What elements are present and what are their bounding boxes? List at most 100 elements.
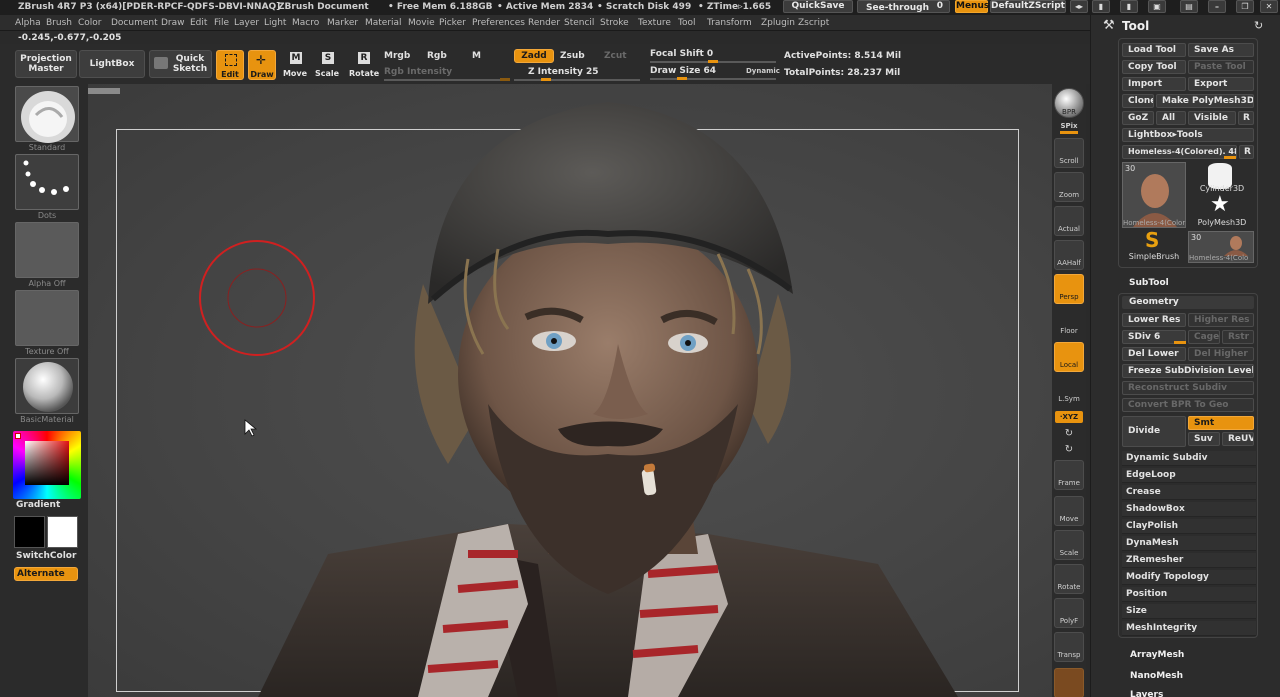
rgb-button[interactable]: Rgb bbox=[427, 51, 447, 61]
shadowbox-item[interactable]: ShadowBox bbox=[1122, 502, 1256, 517]
gradient-toggle[interactable]: Gradient bbox=[16, 500, 60, 510]
zcut-button[interactable]: Zcut bbox=[604, 51, 627, 61]
edgeloop-item[interactable]: EdgeLoop bbox=[1122, 468, 1256, 483]
cage-button[interactable]: Cage bbox=[1188, 330, 1220, 344]
panel-right-icon[interactable]: ▮ bbox=[1120, 0, 1138, 13]
del-higher-button[interactable]: Del Higher bbox=[1188, 347, 1254, 361]
position-item[interactable]: Position bbox=[1122, 587, 1256, 602]
default-zscript-button[interactable]: DefaultZScript bbox=[990, 0, 1066, 13]
freeze-subdivision-button[interactable]: Freeze SubDivision Levels bbox=[1122, 364, 1254, 378]
texture-thumb[interactable] bbox=[15, 290, 79, 346]
tool-r-button[interactable]: R bbox=[1239, 145, 1254, 159]
rotate-axis-y-icon[interactable]: ↻ bbox=[1052, 444, 1086, 455]
quicksave-button[interactable]: QuickSave bbox=[783, 0, 853, 13]
visible-button[interactable]: Visible bbox=[1188, 111, 1236, 125]
menu-tool[interactable]: Tool bbox=[678, 18, 695, 28]
export-button[interactable]: Export bbox=[1188, 77, 1254, 91]
lightbox-tools-button[interactable]: Lightbox▸Tools bbox=[1122, 128, 1254, 142]
mrgb-button[interactable]: Mrgb bbox=[384, 51, 410, 61]
layers-header[interactable]: Layers bbox=[1130, 690, 1163, 697]
main-color-swatch[interactable] bbox=[47, 516, 78, 548]
clone-button[interactable]: Clone bbox=[1122, 94, 1154, 108]
goz-button[interactable]: GoZ bbox=[1122, 111, 1154, 125]
quick-sketch-button[interactable]: Quick Sketch bbox=[149, 50, 212, 78]
reuv-toggle[interactable]: ReUV bbox=[1222, 432, 1254, 446]
zsub-button[interactable]: Zsub bbox=[560, 51, 585, 61]
load-tool-button[interactable]: Load Tool bbox=[1122, 43, 1186, 57]
menu-file[interactable]: File bbox=[214, 18, 229, 28]
zremesher-item[interactable]: ZRemesher bbox=[1122, 553, 1256, 568]
crease-item[interactable]: Crease bbox=[1122, 485, 1256, 500]
close-icon[interactable]: ✕ bbox=[1260, 0, 1278, 13]
focal-shift-slider[interactable]: Focal Shift 0 bbox=[650, 49, 713, 59]
menu-brush[interactable]: Brush bbox=[46, 18, 72, 28]
menu-macro[interactable]: Macro bbox=[292, 18, 319, 28]
menu-layer[interactable]: Layer bbox=[234, 18, 259, 28]
menu-marker[interactable]: Marker bbox=[327, 18, 358, 28]
panel-left-icon[interactable]: ▮ bbox=[1092, 0, 1110, 13]
menu-transform[interactable]: Transform bbox=[707, 18, 752, 28]
current-tool-slider[interactable]: Homeless-4(Colored). 48 bbox=[1122, 145, 1237, 159]
size-item[interactable]: Size bbox=[1122, 604, 1256, 619]
xyz-toggle[interactable]: ·XYZ bbox=[1055, 411, 1083, 423]
lock-icon[interactable]: ▤ bbox=[1180, 0, 1198, 13]
smt-toggle[interactable]: Smt bbox=[1188, 416, 1254, 430]
move-button[interactable]: M Move bbox=[282, 50, 308, 80]
nanomesh-header[interactable]: NanoMesh bbox=[1130, 671, 1183, 681]
divide-button[interactable]: Divide bbox=[1122, 416, 1186, 447]
menu-picker[interactable]: Picker bbox=[439, 18, 466, 28]
del-lower-button[interactable]: Del Lower bbox=[1122, 347, 1186, 361]
color-saturation-square[interactable] bbox=[25, 441, 69, 485]
menu-material[interactable]: Material bbox=[365, 18, 402, 28]
brush-standard-thumb[interactable] bbox=[15, 86, 79, 143]
tool-panel-title[interactable]: Tool bbox=[1122, 19, 1149, 33]
geometry-header[interactable]: Geometry bbox=[1122, 296, 1254, 309]
save-as-button[interactable]: Save As bbox=[1188, 43, 1254, 57]
menu-movie[interactable]: Movie bbox=[408, 18, 435, 28]
alpha-thumb[interactable] bbox=[15, 222, 79, 278]
menu-texture[interactable]: Texture bbox=[638, 18, 671, 28]
document-canvas[interactable] bbox=[88, 84, 1052, 697]
edit-button[interactable]: Edit bbox=[216, 50, 244, 80]
tool-thumb-homeless-2[interactable]: 30 Homeless-4(Colo bbox=[1188, 231, 1254, 263]
ghost-icon[interactable] bbox=[1054, 668, 1084, 697]
rotate-button[interactable]: R Rotate bbox=[349, 50, 379, 80]
tool-thumb-homeless[interactable]: 30 Homeless-4(Color bbox=[1122, 162, 1186, 228]
draw-button[interactable]: ✛ Draw bbox=[248, 50, 276, 80]
menu-render[interactable]: Render bbox=[528, 18, 560, 28]
alternate-button[interactable]: Alternate bbox=[14, 567, 78, 581]
zadd-button[interactable]: Zadd bbox=[514, 49, 554, 63]
suv-toggle[interactable]: Suv bbox=[1188, 432, 1220, 446]
goz-r-button[interactable]: R bbox=[1238, 111, 1254, 125]
menu-stroke[interactable]: Stroke bbox=[600, 18, 629, 28]
make-polymesh-button[interactable]: Make PolyMesh3D bbox=[1156, 94, 1254, 108]
projection-master-button[interactable]: Projection Master bbox=[15, 50, 77, 78]
menus-button[interactable]: Menus bbox=[955, 0, 989, 13]
menu-draw[interactable]: Draw bbox=[161, 18, 185, 28]
minimize-icon[interactable]: – bbox=[1208, 0, 1226, 13]
modify-topology-item[interactable]: Modify Topology bbox=[1122, 570, 1256, 585]
menu-document[interactable]: Document bbox=[111, 18, 158, 28]
lightbox-button[interactable]: LightBox bbox=[79, 50, 145, 78]
z-intensity-slider[interactable]: Z Intensity 25 bbox=[528, 67, 599, 77]
import-button[interactable]: Import bbox=[1122, 77, 1186, 91]
arrows-icon[interactable]: ◂▸ bbox=[1070, 0, 1088, 13]
paste-tool-button[interactable]: Paste Tool bbox=[1188, 60, 1254, 74]
m-button[interactable]: M bbox=[472, 51, 481, 61]
menu-color[interactable]: Color bbox=[78, 18, 102, 28]
simplebrush-icon[interactable]: S bbox=[1145, 230, 1159, 250]
menu-stencil[interactable]: Stencil bbox=[564, 18, 594, 28]
subtool-header[interactable]: SubTool bbox=[1129, 278, 1169, 288]
menu-zscript[interactable]: Zscript bbox=[798, 18, 829, 28]
rgb-intensity-slider[interactable]: Rgb Intensity bbox=[384, 67, 452, 77]
spix-slider[interactable]: SPix bbox=[1052, 122, 1086, 130]
draw-size-slider[interactable]: Draw Size 64 bbox=[650, 66, 716, 76]
menu-alpha[interactable]: Alpha bbox=[15, 18, 41, 28]
restore-icon[interactable]: ❐ bbox=[1236, 0, 1254, 13]
menu-zplugin[interactable]: Zplugin bbox=[761, 18, 795, 28]
claypolish-item[interactable]: ClayPolish bbox=[1122, 519, 1256, 534]
stroke-dots-thumb[interactable] bbox=[15, 154, 79, 210]
copy-tool-button[interactable]: Copy Tool bbox=[1122, 60, 1186, 74]
refresh-icon[interactable]: ↻ bbox=[1254, 19, 1263, 32]
convert-bpr-button[interactable]: Convert BPR To Geo bbox=[1122, 398, 1254, 412]
